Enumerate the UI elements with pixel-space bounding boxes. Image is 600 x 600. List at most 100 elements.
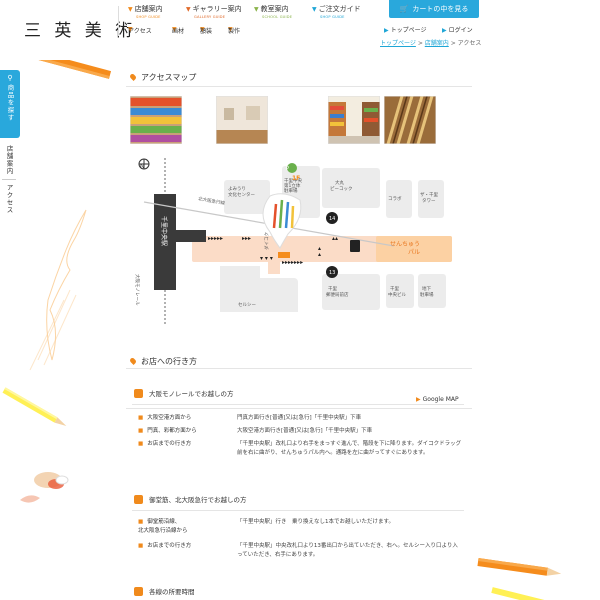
directions-title: お店への行き方	[141, 357, 197, 366]
subnav-label: 画材	[172, 28, 185, 35]
group-divider	[132, 404, 464, 405]
svg-text:14: 14	[329, 216, 335, 222]
side-store-link[interactable]: 店舗案内	[4, 145, 14, 175]
google-map-link[interactable]: ▶ Google MAP	[416, 396, 459, 403]
cart-label: カートの中を見る	[412, 5, 469, 13]
search-icon: ⚲	[7, 74, 13, 82]
svg-text:パル: パル	[408, 249, 420, 256]
group-title: 大阪モノレールでお越しの方	[149, 390, 234, 398]
svg-text:中央ビル: 中央ビル	[388, 291, 406, 298]
access-map-title: アクセスマップ	[141, 73, 197, 82]
svg-text:ピーコック: ピーコック	[330, 186, 353, 192]
svg-text:▸▸▸▸▸▸▸: ▸▸▸▸▸▸▸	[282, 259, 303, 266]
nav-school-guide[interactable]: ▼ 教室案内 SCHOOL GUIDE	[254, 4, 292, 19]
site-logo[interactable]: 三 英 美 術	[24, 16, 136, 41]
pencil-decoration	[0, 60, 112, 503]
bus-icon	[134, 495, 143, 504]
cart-icon: 🛒	[399, 5, 409, 13]
map-pin-icon	[129, 73, 137, 81]
access-map[interactable]: ▸▸▸▸▸ ▸▸▸ ▾ ▾ ▾ ▸▸▸▸▸▸▸ ▴ ▴ ▴▴ N よみうり文化セ…	[132, 156, 468, 390]
travel-time-heading: 各線の所要時間	[134, 586, 195, 596]
nav-gallery-guide[interactable]: ▼ ギャラリー案内 GALLERY GUIDE	[186, 4, 242, 19]
site-header: 三 英 美 術 ▼ 店舗案内 SHOP GUIDE ▼ ギャラリー案内 GALLER…	[0, 0, 600, 62]
midosuji-heading: 御堂筋、北大阪急行でお越しの方	[134, 494, 247, 504]
svg-text:駐車場: 駐車場	[420, 291, 434, 298]
nav-bullet-icon: ▼	[312, 6, 317, 13]
login-label: ログイン	[448, 27, 473, 34]
row-text: 「千里中央駅」改札口より右手をまっすぐ進んで、階段を下に降ります。ダイコクドラッ…	[237, 441, 462, 456]
row-text: 門真方面行き[普通]又は[急行]「千里中央駅」下車	[237, 415, 362, 421]
store-photo-aisle[interactable]	[328, 96, 380, 144]
product-search-tab[interactable]: ⚲ 商品を探す	[0, 70, 20, 138]
breadcrumb: トップページ > 店舗案内 > アクセス	[380, 38, 481, 47]
row-text: 「千里中央駅」行き 乗り換えなし1本でお越しいただけます。	[237, 519, 394, 525]
svg-text:▴: ▴	[318, 251, 321, 258]
row-text: 「千里中央駅」中央改札口より13番出口から出ていただき、右へ。セルシー入り口より…	[237, 543, 458, 558]
triangle-icon: ▶	[384, 27, 389, 34]
breadcrumb-sep: >	[450, 40, 456, 47]
svg-text:せんちゅう: せんちゅう	[390, 241, 420, 248]
svg-text:▸▸▸▸▸: ▸▸▸▸▸	[208, 235, 223, 242]
svg-text:ダイコク: ダイコク	[263, 232, 270, 250]
row-label-text: 御堂筋沿線、 北大阪急行沿線から	[138, 519, 188, 534]
nav-label: ギャラリー案内	[192, 5, 242, 13]
bus-icon	[134, 587, 143, 596]
monorail-heading: 大阪モノレールでお越しの方	[134, 388, 234, 398]
section-divider	[126, 368, 472, 369]
directions-heading: お店への行き方	[129, 356, 197, 367]
row-label: ■ 門真、彩都方面から	[138, 428, 197, 434]
nav-shop-guide[interactable]: ▼ 店舗案内 SHOP GUIDE	[128, 4, 163, 19]
nav-divider	[118, 6, 119, 36]
login-link[interactable]: ▶ ログイン	[442, 25, 473, 34]
section-divider	[126, 86, 472, 87]
svg-text:第1立体: 第1立体	[284, 182, 301, 189]
subnav-label: アクセス	[128, 28, 152, 35]
breadcrumb-shop[interactable]: 店舗案内	[425, 40, 449, 47]
triangle-icon: ▶	[416, 396, 421, 403]
product-search-label: 商品を探す	[6, 84, 14, 122]
svg-text:千里: 千里	[328, 285, 337, 292]
subnav-label: 額装	[200, 28, 213, 35]
store-photo-gallery[interactable]	[216, 96, 268, 144]
nav-label: 教室案内	[260, 5, 289, 13]
subnav-label: 製作	[228, 28, 241, 35]
nav-label: ご注文ガイド	[318, 5, 361, 13]
nav-bullet-icon: ▼	[186, 6, 191, 13]
breadcrumb-current: アクセス	[457, 40, 482, 47]
row-label: ■ お店までの行き方	[138, 543, 192, 549]
svg-text:駐車場: 駐車場	[284, 187, 298, 194]
top-page-link[interactable]: ▶ トップページ	[384, 25, 427, 34]
row-label: ■ 御堂筋沿線、 北大阪急行沿線から	[138, 519, 188, 534]
side-divider	[2, 179, 16, 180]
svg-text:▴▴: ▴▴	[332, 235, 338, 242]
svg-text:▾ ▾ ▾: ▾ ▾ ▾	[260, 255, 273, 262]
svg-text:13: 13	[329, 270, 335, 276]
view-cart-button[interactable]: 🛒 カートの中を見る	[389, 0, 479, 18]
store-photo-shelves[interactable]	[130, 96, 182, 144]
svg-text:コラボ: コラボ	[388, 195, 402, 202]
svg-text:郵便局前店: 郵便局前店	[326, 291, 349, 298]
svg-text:千里中央駅: 千里中央駅	[160, 216, 168, 246]
side-access-link[interactable]: アクセス	[4, 184, 14, 214]
row-label: ■ お店までの行き方	[138, 441, 192, 447]
nav-sub-label: SCHOOL GUIDE	[262, 15, 293, 19]
access-map-heading: アクセスマップ	[129, 72, 197, 83]
svg-text:1F: 1F	[292, 175, 300, 182]
row-label: ■ 大阪空港方面から	[138, 415, 192, 421]
row-label-text: お店までの行き方	[147, 543, 192, 549]
breadcrumb-top[interactable]: トップページ	[380, 40, 416, 47]
nav-label: 店舗案内	[134, 5, 163, 13]
bus-icon	[134, 389, 143, 398]
svg-text:大阪モノレール: 大阪モノレール	[134, 274, 141, 306]
svg-text:タワー: タワー	[422, 197, 436, 204]
top-page-label: トップページ	[390, 27, 427, 34]
svg-text:よみうり: よみうり	[228, 186, 246, 192]
north-indicator: N	[140, 163, 145, 170]
store-photo-frames[interactable]	[384, 96, 436, 144]
section-divider	[126, 408, 472, 409]
breadcrumb-sep: >	[417, 40, 423, 47]
nav-order-guide[interactable]: ▼ ご注文ガイド SHOP GUIDE	[312, 4, 361, 19]
nav-sub-label: SHOP GUIDE	[136, 15, 161, 19]
group-title: 御堂筋、北大阪急行でお越しの方	[149, 496, 247, 504]
google-map-label: Google MAP	[422, 396, 459, 403]
